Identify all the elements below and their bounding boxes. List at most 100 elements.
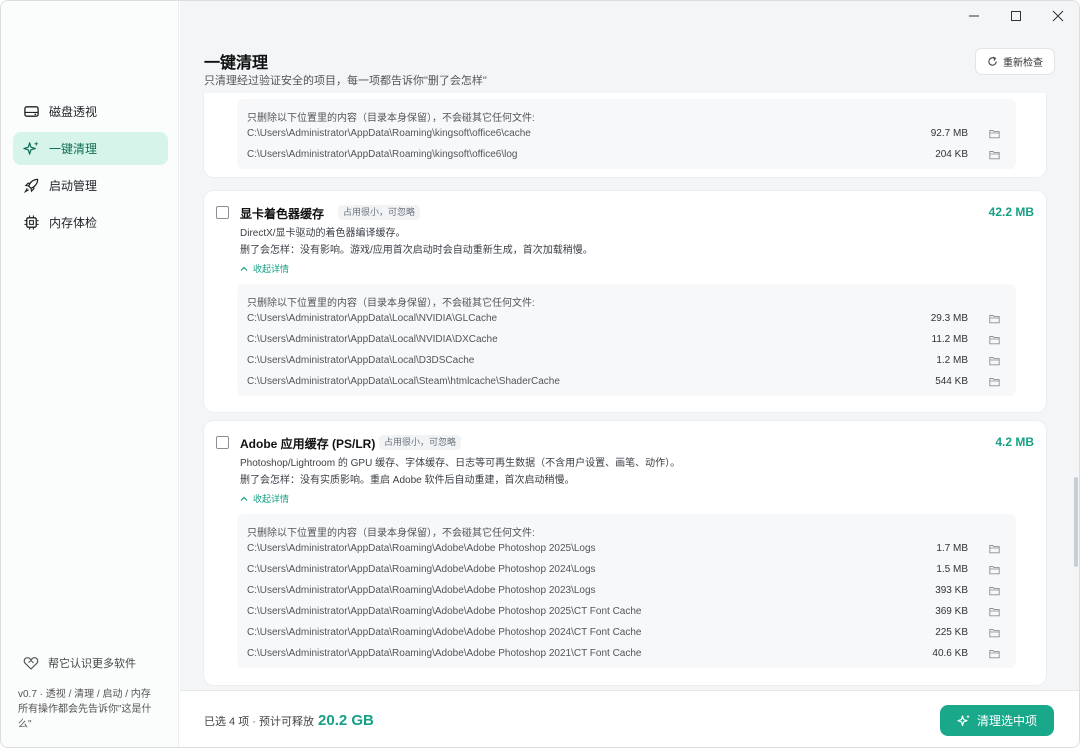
path-size: 204 KB <box>935 149 968 160</box>
toggle-label: 收起详情 <box>253 264 290 274</box>
path-text: C:\Users\Administrator\AppData\Roaming\A… <box>247 543 596 554</box>
open-folder-button[interactable] <box>987 543 1001 555</box>
path-size: 11.2 MB <box>931 334 969 345</box>
page-title: 一键清理 <box>204 55 269 72</box>
path-size: 29.3 MB <box>930 313 968 324</box>
folder-icon <box>988 151 1000 160</box>
maximize-button[interactable] <box>995 1 1037 31</box>
chevron-up-icon <box>240 496 248 501</box>
open-folder-button[interactable] <box>987 149 1001 161</box>
size-tag: 占用很小，可忽略 <box>379 435 462 450</box>
path-row: C:\Users\Administrator\AppData\Roaming\k… <box>247 146 1006 167</box>
main-panel: 一键清理 只清理经过验证安全的项目，每一项都告诉你"删了会怎样" 重新检查 只删… <box>180 1 1079 747</box>
open-folder-button[interactable] <box>987 334 1001 346</box>
path-row: C:\Users\Administrator\AppData\Roaming\A… <box>247 645 1006 666</box>
sidebar-item-memory[interactable]: 内存体检 <box>13 206 168 239</box>
card-size: 4.2 MB <box>995 435 1034 449</box>
path-text: C:\Users\Administrator\AppData\Roaming\A… <box>247 585 596 596</box>
close-button[interactable] <box>1037 1 1079 31</box>
open-folder-button[interactable] <box>987 648 1001 660</box>
open-folder-button[interactable] <box>987 564 1001 576</box>
folder-icon <box>988 357 1000 366</box>
collapse-details-toggle[interactable]: 收起详情 <box>240 262 289 275</box>
clean-selected-label: 清理选中项 <box>976 714 1037 728</box>
path-text: C:\Users\Administrator\AppData\Local\Ste… <box>247 376 560 387</box>
path-row: C:\Users\Administrator\AppData\Roaming\A… <box>247 582 1006 603</box>
path-size: 92.7 MB <box>930 128 968 139</box>
folder-icon <box>988 566 1000 575</box>
path-row: C:\Users\Administrator\AppData\Local\NVI… <box>247 331 1006 352</box>
path-row: C:\Users\Administrator\AppData\Roaming\A… <box>247 624 1006 645</box>
folder-icon <box>988 378 1000 387</box>
version-line: v0.7 · 透视 / 清理 / 启动 / 内存 <box>18 689 151 700</box>
folder-icon <box>988 608 1000 617</box>
card-impact: 删了会怎样：没有影响。游戏/应用首次启动时会自动重新生成，首次加载稍慢。 <box>240 245 593 256</box>
path-text: C:\Users\Administrator\AppData\Roaming\k… <box>247 149 518 160</box>
selection-summary: 已选 4 项 · 预计可释放 20.2 GB <box>204 712 374 729</box>
open-folder-button[interactable] <box>987 355 1001 367</box>
version-note-line: 么" <box>18 719 32 730</box>
path-size: 1.2 MB <box>936 355 968 366</box>
cleanup-card: Adobe 应用缓存 (PS/LR) 占用很小，可忽略 4.2 MB Photo… <box>204 421 1046 685</box>
sidebar-item-label: 一键清理 <box>49 142 98 156</box>
recheck-button[interactable]: 重新检查 <box>975 48 1055 75</box>
details-intro: 只删除以下位置里的内容（目录本身保留），不会碰其它任何文件: <box>247 528 535 539</box>
sidebar-item-label: 内存体检 <box>49 216 98 230</box>
card-header: Adobe 应用缓存 (PS/LR) 占用很小，可忽略 4.2 MB <box>216 435 1034 455</box>
path-size: 1.5 MB <box>936 564 968 575</box>
path-text: C:\Users\Administrator\AppData\Local\D3D… <box>247 355 475 366</box>
help-link-label: 帮它认识更多软件 <box>48 658 136 670</box>
minimize-button[interactable] <box>953 1 995 31</box>
open-folder-button[interactable] <box>987 376 1001 388</box>
path-text: C:\Users\Administrator\AppData\Roaming\A… <box>247 564 596 575</box>
action-footer: 已选 4 项 · 预计可释放 20.2 GB 清理选中项 <box>180 690 1079 747</box>
rocket-icon <box>22 177 40 195</box>
path-row: C:\Users\Administrator\AppData\Local\D3D… <box>247 352 1006 373</box>
open-folder-button[interactable] <box>987 585 1001 597</box>
folder-icon <box>988 587 1000 596</box>
selection-summary-text: 已选 4 项 · 预计可释放 <box>204 716 315 728</box>
path-text: C:\Users\Administrator\AppData\Roaming\A… <box>247 627 642 638</box>
scrollbar-thumb[interactable] <box>1074 477 1078 567</box>
refresh-icon <box>988 56 997 66</box>
minimize-icon <box>969 15 979 17</box>
open-folder-button[interactable] <box>987 128 1001 140</box>
path-text: C:\Users\Administrator\AppData\Local\NVI… <box>247 313 498 324</box>
path-text: C:\Users\Administrator\AppData\Roaming\k… <box>247 128 531 139</box>
folder-icon <box>988 545 1000 554</box>
sidebar-item-label: 磁盘透视 <box>49 105 98 119</box>
cleanup-list[interactable]: 只删除以下位置里的内容（目录本身保留），不会碰其它任何文件: C:\Users\… <box>180 93 1079 689</box>
folder-icon <box>988 315 1000 324</box>
collapse-details-toggle[interactable]: 收起详情 <box>240 492 289 505</box>
sidebar-item-startup[interactable]: 启动管理 <box>13 169 168 202</box>
card-size: 42.2 MB <box>988 205 1034 219</box>
heart-handshake-icon <box>23 657 39 670</box>
details-panel: 只删除以下位置里的内容（目录本身保留），不会碰其它任何文件: C:\Users\… <box>237 514 1016 668</box>
details-panel: 只删除以下位置里的内容（目录本身保留），不会碰其它任何文件: C:\Users\… <box>237 99 1016 169</box>
open-folder-button[interactable] <box>987 606 1001 618</box>
folder-icon <box>988 336 1000 345</box>
cleanup-card: 只删除以下位置里的内容（目录本身保留），不会碰其它任何文件: C:\Users\… <box>204 93 1046 177</box>
select-checkbox[interactable] <box>216 206 229 219</box>
path-row: C:\Users\Administrator\AppData\Local\NVI… <box>247 310 1006 331</box>
sidebar: 磁盘透视 一键清理 启动管理 内存体检 帮它认识更多软件 v0.7 · 透视 /… <box>1 1 179 747</box>
card-header: 显卡着色器缓存 占用很小，可忽略 42.2 MB <box>216 205 1034 225</box>
sparkle-icon <box>957 714 970 726</box>
chip-icon <box>22 214 40 232</box>
total-size: 20.2 GB <box>318 712 374 729</box>
card-description: DirectX/显卡驱动的着色器编译缓存。 <box>240 228 406 239</box>
sidebar-item-clean[interactable]: 一键清理 <box>13 132 168 165</box>
select-checkbox[interactable] <box>216 436 229 449</box>
open-folder-button[interactable] <box>987 627 1001 639</box>
version-note-line: 所有操作都会先告诉你"这是什 <box>18 704 152 715</box>
open-folder-button[interactable] <box>987 313 1001 325</box>
path-size: 40.6 KB <box>932 648 968 659</box>
sidebar-nav: 磁盘透视 一键清理 启动管理 内存体检 <box>13 95 168 243</box>
clean-selected-button[interactable]: 清理选中项 <box>940 705 1054 736</box>
card-description: Photoshop/Lightroom 的 GPU 缓存、字体缓存、日志等可再生… <box>240 458 681 469</box>
window-controls <box>953 1 1079 31</box>
sidebar-item-disk[interactable]: 磁盘透视 <box>13 95 168 128</box>
version-note: v0.7 · 透视 / 清理 / 启动 / 内存 所有操作都会先告诉你"这是什 … <box>18 687 168 732</box>
recheck-label: 重新检查 <box>1003 58 1043 69</box>
help-link[interactable]: 帮它认识更多软件 <box>23 655 136 671</box>
